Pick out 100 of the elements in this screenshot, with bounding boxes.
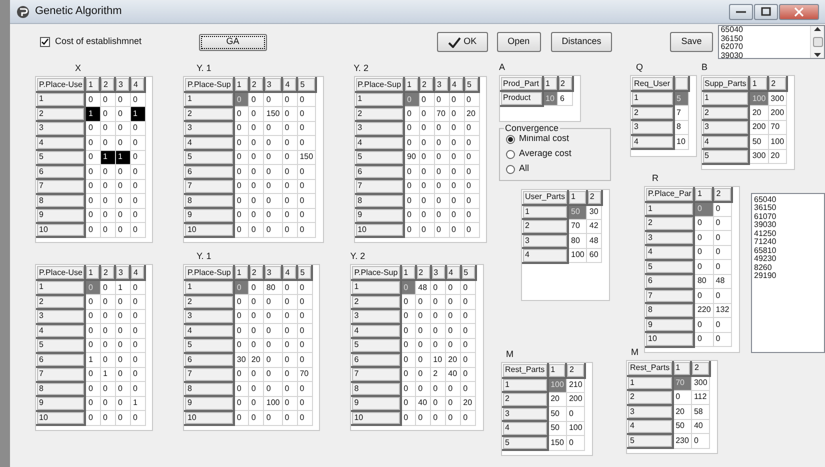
grid-cell[interactable]: 0: [234, 121, 249, 136]
grid-cell[interactable]: 0: [248, 179, 264, 194]
grid-cell[interactable]: 0: [100, 164, 116, 179]
grid-cell[interactable]: 0: [419, 136, 434, 150]
grid-cell[interactable]: 0: [713, 260, 732, 274]
grid-cell[interactable]: 0: [282, 294, 298, 309]
grid-cell[interactable]: 70: [568, 219, 587, 234]
grid-cell[interactable]: 0: [282, 150, 298, 164]
grid-cell[interactable]: 0: [115, 338, 130, 352]
data-grid[interactable]: P.Place-Sup 1 2 3 4 5 1 0 0 80 0 0 2 0 0 0 0 0 3 0 0 0 0 0 4 0 0 0 0 0 5 0 0 0 0 0 6 30 20 0 0 0 7 0 0 0 0 70 8 0 0 0 0 0 9 0 0 100 0 0 10 0 0 0 0 0: [183, 264, 320, 431]
grid-cell[interactable]: 0: [297, 179, 316, 194]
grid-cell[interactable]: 0: [297, 294, 312, 309]
grid-cell[interactable]: 0: [264, 222, 282, 237]
grid-cell[interactable]: 0: [282, 309, 298, 324]
grid-cell[interactable]: 200: [768, 106, 787, 120]
grid-cell[interactable]: 0: [115, 382, 130, 396]
grid-cell[interactable]: 0: [130, 222, 146, 237]
grid-cell[interactable]: 0: [264, 410, 282, 425]
checkbox[interactable]: [40, 37, 50, 47]
grid-cell[interactable]: 0: [297, 194, 316, 208]
grid-cell[interactable]: 48: [416, 280, 431, 294]
grid-cell[interactable]: 0: [264, 352, 282, 367]
grid-cell[interactable]: 0: [130, 324, 146, 338]
grid-cell[interactable]: 0: [400, 338, 416, 352]
grid-cell[interactable]: 0: [282, 194, 298, 208]
grid-cell[interactable]: 0: [419, 106, 434, 121]
grid-cell[interactable]: 50: [672, 419, 692, 434]
grid-cell[interactable]: 0: [248, 208, 264, 222]
maximize-button[interactable]: [754, 4, 778, 20]
grid-cell[interactable]: 0: [264, 164, 282, 179]
list-item[interactable]: 8260: [754, 264, 822, 272]
grid-cell[interactable]: 8: [674, 120, 688, 134]
grid-cell[interactable]: 10: [430, 352, 446, 367]
grid-cell[interactable]: 0: [248, 367, 264, 382]
data-grid[interactable]: P.Place-Sup 1 2 3 4 5 1 0 0 0 0 0 2 0 0 70 0 20 3 0 0 0 0 0 4 0 0 0 0 0 5 90 0 0 0 0 6 0 0 0 0 0 7 0 0 0 0 0 8 0 0 0 0 0 9 0 0 0 0 0 10 0 0 0 0 0: [354, 76, 488, 243]
grid-cell[interactable]: 0: [248, 382, 264, 396]
grid-cell[interactable]: 0: [248, 324, 264, 338]
grid-cell[interactable]: 0: [460, 280, 476, 294]
grid-cell[interactable]: 0: [416, 338, 431, 352]
grid-cell[interactable]: 0: [264, 150, 282, 164]
grid-cell[interactable]: 0: [464, 164, 480, 179]
grid-cell[interactable]: 0: [460, 367, 476, 382]
grid-cell[interactable]: 0: [400, 396, 416, 410]
grid-cell[interactable]: 100: [768, 134, 787, 149]
grid-cell[interactable]: 0: [713, 332, 732, 346]
grid-cell[interactable]: 0: [282, 208, 298, 222]
grid-cell[interactable]: 20: [460, 396, 476, 410]
grid-cell[interactable]: 0: [130, 410, 146, 425]
data-grid[interactable]: Req_User 1 5 2 7 3 8 4 10: [630, 75, 696, 157]
grid-cell[interactable]: 100: [566, 421, 585, 436]
grid-cell[interactable]: 0: [115, 208, 130, 222]
grid-cell[interactable]: 0: [264, 294, 282, 309]
button[interactable]: Save: [670, 32, 713, 52]
checkbox-label[interactable]: Cost of establishmnet: [55, 35, 142, 49]
list-item[interactable]: 36150: [718, 34, 810, 43]
grid-cell[interactable]: 0: [130, 294, 146, 309]
grid-cell[interactable]: 0: [115, 106, 130, 121]
grid-cell[interactable]: 0: [404, 208, 420, 222]
grid-cell[interactable]: 0: [297, 208, 316, 222]
grid-cell[interactable]: 0: [404, 222, 420, 237]
grid-cell[interactable]: 0: [100, 396, 116, 410]
grid-cell[interactable]: 0: [115, 352, 130, 367]
grid-cell[interactable]: 210: [566, 378, 585, 392]
grid-cell[interactable]: 0: [694, 332, 714, 346]
grid-cell[interactable]: 0: [400, 382, 416, 396]
grid-cell[interactable]: 0: [115, 92, 130, 106]
grid-cell[interactable]: 0: [100, 179, 116, 194]
grid-cell[interactable]: 0: [100, 106, 116, 121]
grid-cell[interactable]: 200: [566, 392, 585, 406]
grid-cell[interactable]: 0: [297, 352, 312, 367]
grid-cell[interactable]: 0: [297, 92, 316, 106]
grid-cell[interactable]: 0: [100, 194, 116, 208]
grid-cell[interactable]: 58: [691, 404, 710, 419]
grid-cell[interactable]: 40: [446, 367, 461, 382]
grid-cell[interactable]: 0: [446, 309, 461, 324]
grid-cell[interactable]: 0: [115, 136, 130, 150]
grid-cell[interactable]: 0: [297, 106, 316, 121]
grid-cell[interactable]: 0: [115, 222, 130, 237]
grid-cell[interactable]: 20: [672, 404, 692, 419]
grid-cell[interactable]: 0: [449, 179, 464, 194]
grid-cell[interactable]: 0: [446, 294, 461, 309]
grid-cell[interactable]: 300: [749, 149, 768, 164]
grid-cell[interactable]: 0: [449, 194, 464, 208]
grid-cell[interactable]: 0: [234, 410, 249, 425]
grid-cell[interactable]: 0: [234, 194, 249, 208]
close-button[interactable]: [779, 4, 819, 20]
grid-cell[interactable]: 0: [115, 164, 130, 179]
grid-cell[interactable]: 0: [449, 121, 464, 136]
grid-cell[interactable]: 0: [416, 324, 431, 338]
grid-cell[interactable]: 0: [694, 260, 714, 274]
button[interactable]: Distances: [550, 32, 612, 52]
data-grid[interactable]: P.Place_Par 1 2 1 0 0 2 0 0 3 0 0 4 0 0 5 0 0 6 80 48 7 0 0 8 220 132 9 0 0 10 0 0: [644, 186, 740, 352]
grid-cell[interactable]: 100: [264, 396, 282, 410]
radio-label[interactable]: Minimal cost: [519, 132, 570, 146]
grid-cell[interactable]: 0: [416, 294, 431, 309]
grid-cell[interactable]: 0: [85, 410, 100, 425]
grid-cell[interactable]: 0: [248, 410, 264, 425]
data-grid[interactable]: Supp_Parts 1 2 1 100 300 2 20 200 3 200 70 4 50 100 5 300 20: [700, 75, 795, 170]
grid-cell[interactable]: 0: [416, 382, 431, 396]
grid-cell[interactable]: 0: [85, 194, 100, 208]
